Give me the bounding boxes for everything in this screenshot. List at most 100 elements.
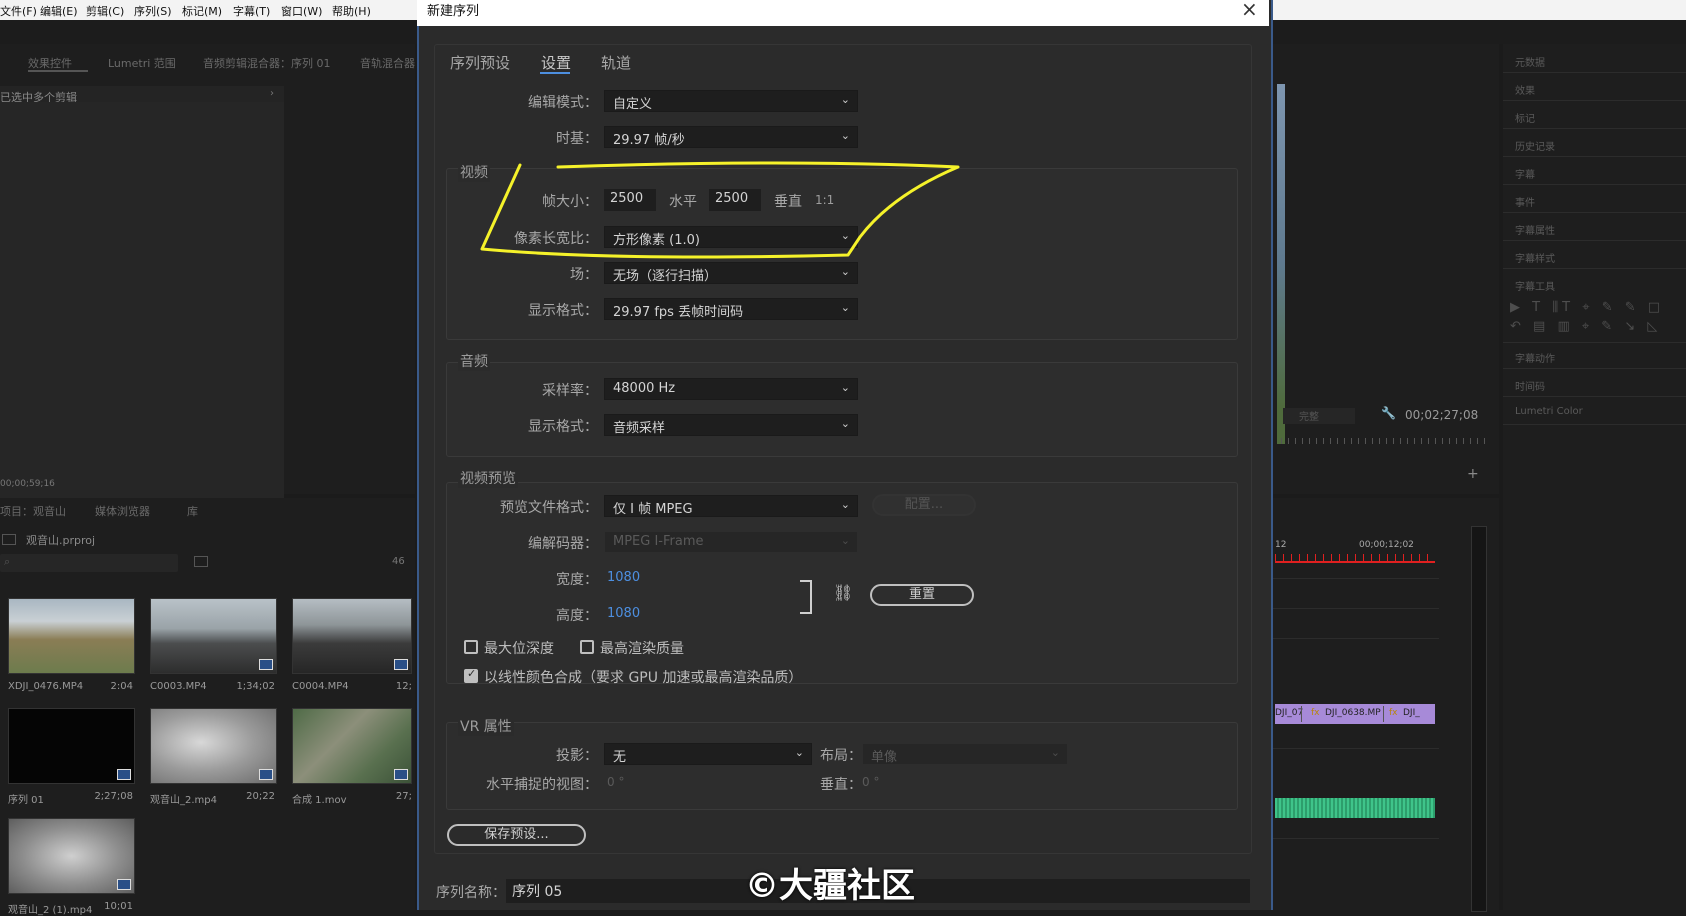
program-monitor-video <box>1277 84 1285 444</box>
menu-sequence[interactable]: 序列(S) <box>134 3 172 19</box>
clip-name: 合成 1.mov <box>292 795 347 806</box>
chevron-down-icon: ⌄ <box>840 381 850 394</box>
tab-libraries[interactable]: 库 <box>187 503 198 519</box>
tab-project[interactable]: 项目：观音山 <box>0 503 66 519</box>
video-clip-strip[interactable]: DJI_07 fx DJI_0638.MP fx DJI_ <box>1275 704 1435 724</box>
h-capture-value[interactable]: 0 ° <box>607 775 624 789</box>
linear-color-label: 以线性颜色合成（要求 GPU 加速或最高渲染品质） <box>484 670 803 686</box>
track-divider <box>1271 608 1439 609</box>
v-capture-value[interactable]: 0 ° <box>862 775 879 789</box>
sample-rate-select[interactable]: 48000 Hz ⌄ <box>604 378 858 400</box>
timebase-select[interactable]: 29.97 帧/秒 ⌄ <box>604 126 858 148</box>
track-divider <box>1271 838 1439 839</box>
settings-wrench-icon[interactable]: 🔧 <box>1381 406 1396 420</box>
program-timecode: 00;02;27;08 <box>1405 408 1479 422</box>
clip-name: C0004.MP4 <box>292 681 349 692</box>
menu-edit[interactable]: 编辑(E) <box>40 3 78 19</box>
project-search-input[interactable] <box>0 554 178 572</box>
clip-thumbnail[interactable] <box>292 598 412 674</box>
edit-mode-select[interactable]: 自定义 ⌄ <box>604 90 858 112</box>
tab-tracks[interactable]: 轨道 <box>601 52 631 73</box>
tab-media-browser[interactable]: 媒体浏览器 <box>95 503 150 519</box>
panel-title-styles[interactable]: 字幕样式 <box>1515 250 1555 265</box>
tab-lumetri-scopes[interactable]: Lumetri 范围 <box>108 55 176 71</box>
menu-help[interactable]: 帮助(H) <box>332 3 371 19</box>
effect-controls-timecode: 00;00;59;16 <box>0 479 55 489</box>
panel-divider <box>1503 212 1686 213</box>
panel-title-tools[interactable]: 字幕工具 <box>1515 278 1555 293</box>
timeline-ruler[interactable] <box>1275 554 1435 563</box>
panel-captions[interactable]: 字幕 <box>1515 166 1535 181</box>
expand-arrow-icon[interactable]: › <box>270 88 274 99</box>
audio-group-label: 音频 <box>458 351 490 371</box>
layout-select[interactable]: 单像 ⌄ <box>862 743 1068 765</box>
fit-select[interactable]: 完整 <box>1283 408 1355 424</box>
clip-thumbnail[interactable] <box>292 708 412 784</box>
reset-button[interactable]: 重置 <box>870 584 974 606</box>
codec-select[interactable]: MPEG I-Frame ⌄ <box>604 531 858 553</box>
highlight-annotation <box>480 161 960 259</box>
clip-thumbnail[interactable] <box>8 598 135 674</box>
linear-color-checkbox[interactable]: ✓ <box>464 667 478 683</box>
sample-rate-label: 采样率： <box>542 383 598 399</box>
panel-title-properties[interactable]: 字幕属性 <box>1515 222 1555 237</box>
add-button-icon[interactable]: + <box>1467 466 1479 482</box>
menu-file[interactable]: 文件(F) <box>0 3 37 19</box>
video-display-format-label: 显示格式： <box>528 303 598 319</box>
new-bin-icon[interactable] <box>194 556 208 567</box>
project-panel: 项目：观音山 媒体浏览器 库 观音山.prproj ⌕ 46 XDJI_0476… <box>0 498 415 916</box>
panel-timecode[interactable]: 时间码 <box>1515 378 1545 393</box>
clip-type-icon <box>117 879 131 890</box>
panel-markers[interactable]: 标记 <box>1515 110 1535 125</box>
clip-thumbnail[interactable] <box>150 598 277 674</box>
edit-mode-label: 编辑模式： <box>528 95 598 111</box>
preview-format-select[interactable]: 仅 I 帧 MPEG ⌄ <box>604 495 858 517</box>
timeline-clip-label: DJI_07 <box>1275 708 1304 718</box>
panel-effects[interactable]: 效果 <box>1515 82 1535 97</box>
project-file-name: 观音山.prproj <box>26 534 96 547</box>
menu-clip[interactable]: 剪辑(C) <box>86 3 124 19</box>
clip-thumbnail[interactable] <box>150 708 277 784</box>
timebase-value: 29.97 帧/秒 <box>613 133 685 148</box>
audio-display-format-select[interactable]: 音频采样 ⌄ <box>604 414 858 436</box>
clip-thumbnail[interactable] <box>8 708 135 784</box>
preview-width-label: 宽度： <box>556 572 598 588</box>
panel-history[interactable]: 历史记录 <box>1515 138 1555 153</box>
search-icon: ⌕ <box>4 555 11 568</box>
chevron-down-icon: ⌄ <box>840 93 850 106</box>
timeline-clip-label: DJI_0638.MP <box>1325 708 1381 718</box>
h-capture-label: 水平捕捉的视图： <box>486 777 598 793</box>
tab-audio-clip-mixer[interactable]: 音频剪辑混合器：序列 01 <box>203 55 331 71</box>
clip-thumbnail[interactable] <box>8 818 135 894</box>
panel-metadata[interactable]: 元数据 <box>1515 54 1545 69</box>
tab-audio-track-mixer[interactable]: 音轨混合器 <box>360 55 415 71</box>
preview-height-value[interactable]: 1080 <box>607 606 640 621</box>
track-divider <box>1271 748 1439 749</box>
menu-marker[interactable]: 标记(M) <box>182 3 222 19</box>
chain-link-icon[interactable]: ⛓ <box>833 583 853 602</box>
video-display-format-select[interactable]: 29.97 fps 丢帧时间码 ⌄ <box>604 298 858 320</box>
preview-width-value[interactable]: 1080 <box>607 570 640 585</box>
tab-settings[interactable]: 设置 <box>541 52 571 73</box>
clip-duration: 2:04 <box>110 681 133 692</box>
clip-name: 观音山_2.mp4 <box>150 795 217 806</box>
close-icon[interactable]: × <box>1241 0 1258 21</box>
max-bit-depth-checkbox[interactable] <box>464 640 478 654</box>
tab-effect-controls[interactable]: 效果控件 <box>28 55 72 71</box>
audio-clip-strip[interactable] <box>1275 798 1435 818</box>
chevron-down-icon: ⌄ <box>794 746 804 759</box>
configure-button[interactable]: 配置... <box>872 494 976 516</box>
menu-title[interactable]: 字幕(T) <box>233 3 270 19</box>
projection-select[interactable]: 无 ⌄ <box>604 743 812 765</box>
panel-lumetri-color[interactable]: Lumetri Color <box>1515 406 1583 417</box>
menu-window[interactable]: 窗口(W) <box>281 3 322 19</box>
clip-duration: 1;34;02 <box>236 681 275 692</box>
save-preset-button[interactable]: 保存预设... <box>447 824 586 846</box>
monitor-time-ruler[interactable] <box>1281 438 1491 444</box>
panel-title-actions[interactable]: 字幕动作 <box>1515 350 1555 365</box>
dialog-titlebar: 新建序列 × <box>417 0 1269 26</box>
panel-events[interactable]: 事件 <box>1515 194 1535 209</box>
max-render-quality-checkbox[interactable] <box>580 640 594 654</box>
tab-sequence-presets[interactable]: 序列预设 <box>450 52 510 73</box>
title-tools-icons[interactable]: ▶ T ⫼T ⌖ ✎ ✎ □ ↶ ▤ ▥ ⌖ ✎ ↘ ◺ <box>1510 298 1675 338</box>
